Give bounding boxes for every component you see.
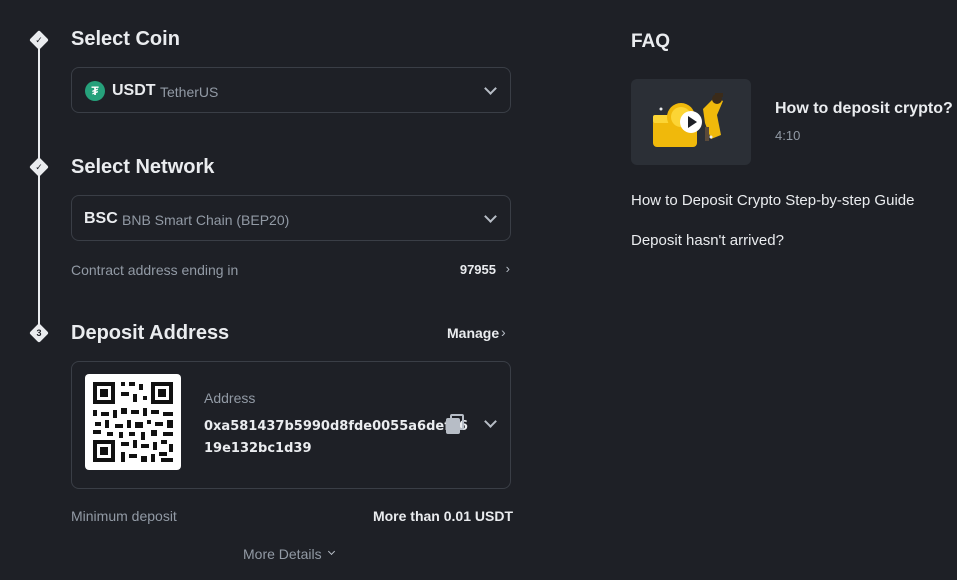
deposit-address-value[interactable]: 0xa581437b5990d8fde0055a6def76 19e132bc1… [204,416,468,460]
faq-link-step-by-step-guide[interactable]: How to Deposit Crypto Step-by-step Guide [631,192,914,209]
faq-title: FAQ [631,31,671,52]
step-3-number: 3 [29,323,49,343]
step-1-check-icon: ✓ [29,30,49,50]
contract-address-label: Contract address ending in [71,262,239,278]
address-label: Address [204,390,256,406]
address-line-2: 19e132bc1d39 [204,441,312,456]
more-details-toggle[interactable]: More Details [243,545,343,563]
chevron-down-icon[interactable] [484,210,497,223]
min-deposit-value: More than 0.01 USDT [372,508,513,524]
deposit-address-card: Address 0xa581437b5990d8fde0055a6def76 1… [71,361,511,489]
chevron-right-icon: › [501,324,506,340]
faq-video-duration: 4:10 [775,128,801,143]
deposit-address-title: Deposit Address [71,322,230,344]
network-code: BSC [84,210,118,227]
coin-select[interactable]: ₮ USDT TetherUS [71,67,511,113]
network-name: BNB Smart Chain (BEP20) [122,212,290,228]
coin-name: TetherUS [160,84,219,100]
coin-symbol: USDT [112,82,156,99]
more-details-label: More Details [243,546,322,562]
copy-icon[interactable] [446,414,464,434]
faq-video-title[interactable]: How to deposit crypto? [775,100,953,118]
tether-icon: ₮ [85,81,105,101]
address-line-1: 0xa581437b5990d8fde0055a6def76 [204,419,468,434]
select-coin-title: Select Coin [71,28,180,50]
qr-code[interactable] [85,374,181,470]
chevron-down-icon [327,547,336,556]
chevron-right-icon: › [505,261,510,276]
network-select[interactable]: BSC BNB Smart Chain (BEP20) [71,195,511,241]
faq-video-thumbnail[interactable] [631,79,751,165]
manage-label: Manage [447,325,500,341]
select-network-title: Select Network [71,156,215,178]
steps-timeline [38,40,40,334]
min-deposit-label: Minimum deposit [71,508,177,524]
manage-link[interactable]: Manage › [445,324,513,343]
contract-address-link[interactable]: 97955 › [440,261,512,280]
step-2-check-icon: ✓ [29,157,49,177]
chevron-down-icon[interactable] [484,82,497,95]
faq-link-deposit-not-arrived[interactable]: Deposit hasn't arrived? [631,232,784,249]
chevron-down-icon[interactable] [484,415,497,428]
contract-address-value: 97955 [459,262,496,277]
